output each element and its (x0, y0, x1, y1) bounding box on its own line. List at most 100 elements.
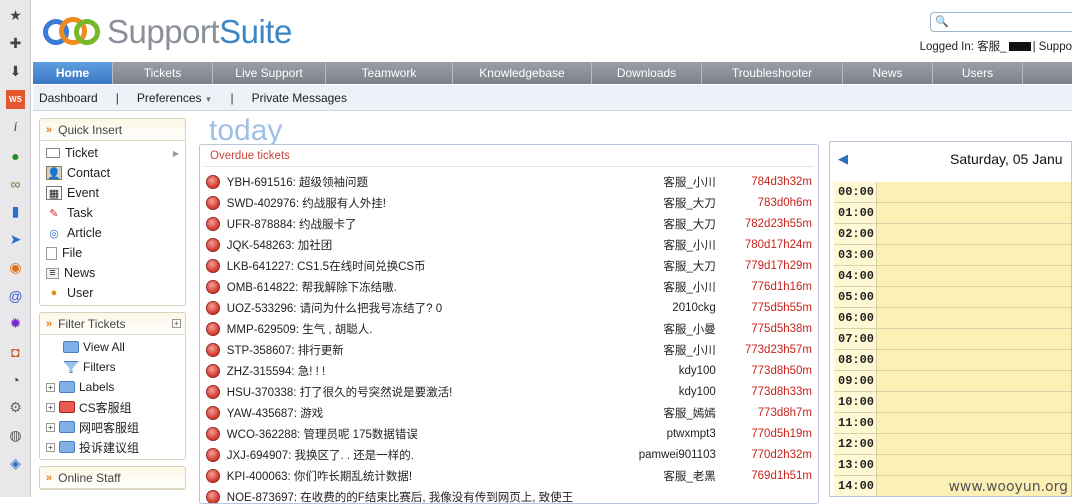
ticket-subject[interactable]: UOZ-533296: 请问为什么把我号冻结了? 0 (227, 300, 639, 316)
ticket-row[interactable]: MMP-629509: 生气 , 胡聪人.客服_小曼775d5h38m (206, 318, 812, 339)
calendar-hour-row[interactable]: 05:00 (834, 287, 1072, 308)
tree-expand-icon[interactable]: + (46, 443, 55, 452)
calendar-slot[interactable] (877, 455, 1072, 475)
quick-insert-event[interactable]: ▦Event (40, 183, 185, 203)
calendar-hour-row[interactable]: 04:00 (834, 266, 1072, 287)
calendar-hour-row[interactable]: 07:00 (834, 329, 1072, 350)
tab-teamwork[interactable]: Teamwork (326, 62, 453, 84)
download-icon[interactable]: ⬇ (6, 62, 25, 81)
ticket-subject[interactable]: SWD-402976: 约战服有人外挂! (227, 195, 639, 211)
ticket-subject[interactable]: WCO-362288: 管理员呢 175数据错误 (227, 426, 639, 442)
ticket-row[interactable]: UFR-878884: 约战服卡了客服_大刀782d23h55m (206, 213, 812, 234)
tree-expand-icon[interactable]: + (46, 383, 55, 392)
calendar-hour-row[interactable]: 02:00 (834, 224, 1072, 245)
quick-insert-file[interactable]: File (40, 243, 185, 263)
ticket-row[interactable]: UOZ-533296: 请问为什么把我号冻结了? 02010ckg775d5h5… (206, 297, 812, 318)
calendar-hour-row[interactable]: 13:00 (834, 455, 1072, 476)
star-icon[interactable]: ★ (6, 6, 25, 25)
settings-icon[interactable]: ⚙ (6, 398, 25, 417)
info-icon[interactable]: i (6, 118, 25, 137)
ticket-row[interactable]: OMB-614822: 帮我解除下冻结嗷.客服_小川776d1h16m (206, 276, 812, 297)
glasses-icon[interactable]: ∞ (6, 174, 25, 193)
tab-troubleshooter[interactable]: Troubleshooter (702, 62, 843, 84)
ticket-subject[interactable]: OMB-614822: 帮我解除下冻结嗷. (227, 279, 639, 295)
quick-insert-ticket[interactable]: Ticket▶ (40, 143, 185, 163)
tab-users[interactable]: Users (933, 62, 1023, 84)
ticket-row[interactable]: LKB-641227: CS1.5在线时间兑换CS币客服_大刀779d17h29… (206, 255, 812, 276)
palette-icon[interactable]: ◔ (6, 370, 25, 389)
tab-live-support[interactable]: Live Support (213, 62, 326, 84)
tab-downloads[interactable]: Downloads (592, 62, 702, 84)
calendar-slot[interactable] (877, 287, 1072, 307)
ticket-row[interactable]: NOE-873697: 在收费的的F结束比赛后, 我像没有传到网页上, 致使王 (206, 486, 812, 504)
tab-knowledgebase[interactable]: Knowledgebase (453, 62, 592, 84)
search-input[interactable]: 🔍 (930, 12, 1072, 32)
ticket-row[interactable]: YBH-691516: 超级领袖问题客服_小川784d3h32m (206, 171, 812, 192)
filter-labels[interactable]: +Labels (46, 377, 185, 397)
calendar-slot[interactable] (877, 434, 1072, 454)
filter-view-all[interactable]: View All (46, 337, 185, 357)
gear-purple-icon[interactable]: ✹ (6, 314, 25, 333)
calendar-hour-row[interactable]: 03:00 (834, 245, 1072, 266)
logo[interactable]: SupportSuite (41, 10, 292, 54)
ticket-subject[interactable]: UFR-878884: 约战服卡了 (227, 216, 639, 232)
cursor-icon[interactable]: ➤ (6, 230, 25, 249)
filter-complaint-group[interactable]: +投诉建议组 (46, 437, 185, 457)
calendar-slot[interactable] (877, 392, 1072, 412)
calendar-slot[interactable] (877, 413, 1072, 433)
expand-icon[interactable]: + (172, 319, 181, 328)
calendar-hour-row[interactable]: 11:00 (834, 413, 1072, 434)
subnav-dashboard[interactable]: Dashboard (39, 91, 98, 105)
ticket-subject[interactable]: JXJ-694907: 我换区了. . 还是一样的. (227, 447, 639, 463)
calendar-hour-row[interactable]: 06:00 (834, 308, 1072, 329)
ticket-row[interactable]: KPI-400063: 你们咋长期乱统计数据!客服_老黑769d1h51m (206, 465, 812, 486)
tab-news[interactable]: News (843, 62, 933, 84)
subnav-preferences[interactable]: Preferences▼ (137, 91, 213, 105)
ticket-row[interactable]: HSU-370338: 打了很久的号突然说是要激活!kdy100773d8h33… (206, 381, 812, 402)
tab-home[interactable]: Home (33, 62, 113, 84)
calendar-slot[interactable] (877, 308, 1072, 328)
filter-tickets-header[interactable]: »Filter Tickets+ (40, 313, 185, 335)
calendar-slot[interactable] (877, 350, 1072, 370)
ticket-subject[interactable]: JQK-548263: 加社团 (227, 237, 639, 253)
tree-expand-icon[interactable]: + (46, 423, 55, 432)
calendar-slot[interactable] (877, 182, 1072, 202)
calendar-slot[interactable] (877, 203, 1072, 223)
ticket-row[interactable]: ZHZ-315594: 急! ! !kdy100773d8h50m (206, 360, 812, 381)
calendar-slot[interactable] (877, 371, 1072, 391)
filter-cs-group[interactable]: +CS客服组 (46, 397, 185, 417)
ticket-subject[interactable]: NOE-873697: 在收费的的F结束比赛后, 我像没有传到网页上, 致使王 (227, 489, 639, 504)
calendar-hour-row[interactable]: 10:00 (834, 392, 1072, 413)
calendar-hour-row[interactable]: 00:00 (834, 182, 1072, 203)
quick-insert-user[interactable]: ●User (40, 283, 185, 303)
ticket-subject[interactable]: MMP-629509: 生气 , 胡聪人. (227, 321, 639, 337)
ticket-subject[interactable]: YAW-435687: 游戏 (227, 405, 639, 421)
swirl-icon[interactable]: @ (6, 286, 25, 305)
box-icon[interactable]: ◘ (6, 342, 25, 361)
filter-filters[interactable]: Filters (46, 357, 185, 377)
online-staff-header[interactable]: »Online Staff (40, 467, 185, 489)
quick-insert-contact[interactable]: 👤Contact (40, 163, 185, 183)
calendar-slot[interactable] (877, 245, 1072, 265)
globe-icon[interactable]: ● (6, 146, 25, 165)
ticket-row[interactable]: YAW-435687: 游戏客服_嫣嫣773d8h7m (206, 402, 812, 423)
database-icon[interactable]: ▮ (6, 202, 25, 221)
ws-icon[interactable]: WS (6, 90, 25, 109)
ticket-subject[interactable]: LKB-641227: CS1.5在线时间兑换CS币 (227, 258, 639, 274)
ticket-row[interactable]: JQK-548263: 加社团客服_小川780d17h24m (206, 234, 812, 255)
puzzle-icon[interactable]: ✚ (6, 34, 25, 53)
ticket-subject[interactable]: HSU-370338: 打了很久的号突然说是要激活! (227, 384, 639, 400)
ticket-subject[interactable]: ZHZ-315594: 急! ! ! (227, 363, 639, 379)
bulb-icon[interactable]: ◍ (6, 426, 25, 445)
calendar-slot[interactable] (877, 329, 1072, 349)
ticket-row[interactable]: WCO-362288: 管理员呢 175数据错误ptwxmpt3770d5h19… (206, 423, 812, 444)
arrow-left-icon[interactable]: ◀ (838, 151, 848, 167)
tag-icon[interactable]: ◈ (6, 454, 25, 473)
ticket-row[interactable]: JXJ-694907: 我换区了. . 还是一样的.pamwei90110377… (206, 444, 812, 465)
ticket-subject[interactable]: STP-358607: 排行更新 (227, 342, 639, 358)
calendar-slot[interactable] (877, 266, 1072, 286)
firefox-icon[interactable]: ◉ (6, 258, 25, 277)
ticket-subject[interactable]: KPI-400063: 你们咋长期乱统计数据! (227, 468, 639, 484)
tree-expand-icon[interactable]: + (46, 403, 55, 412)
calendar-slot[interactable] (877, 224, 1072, 244)
